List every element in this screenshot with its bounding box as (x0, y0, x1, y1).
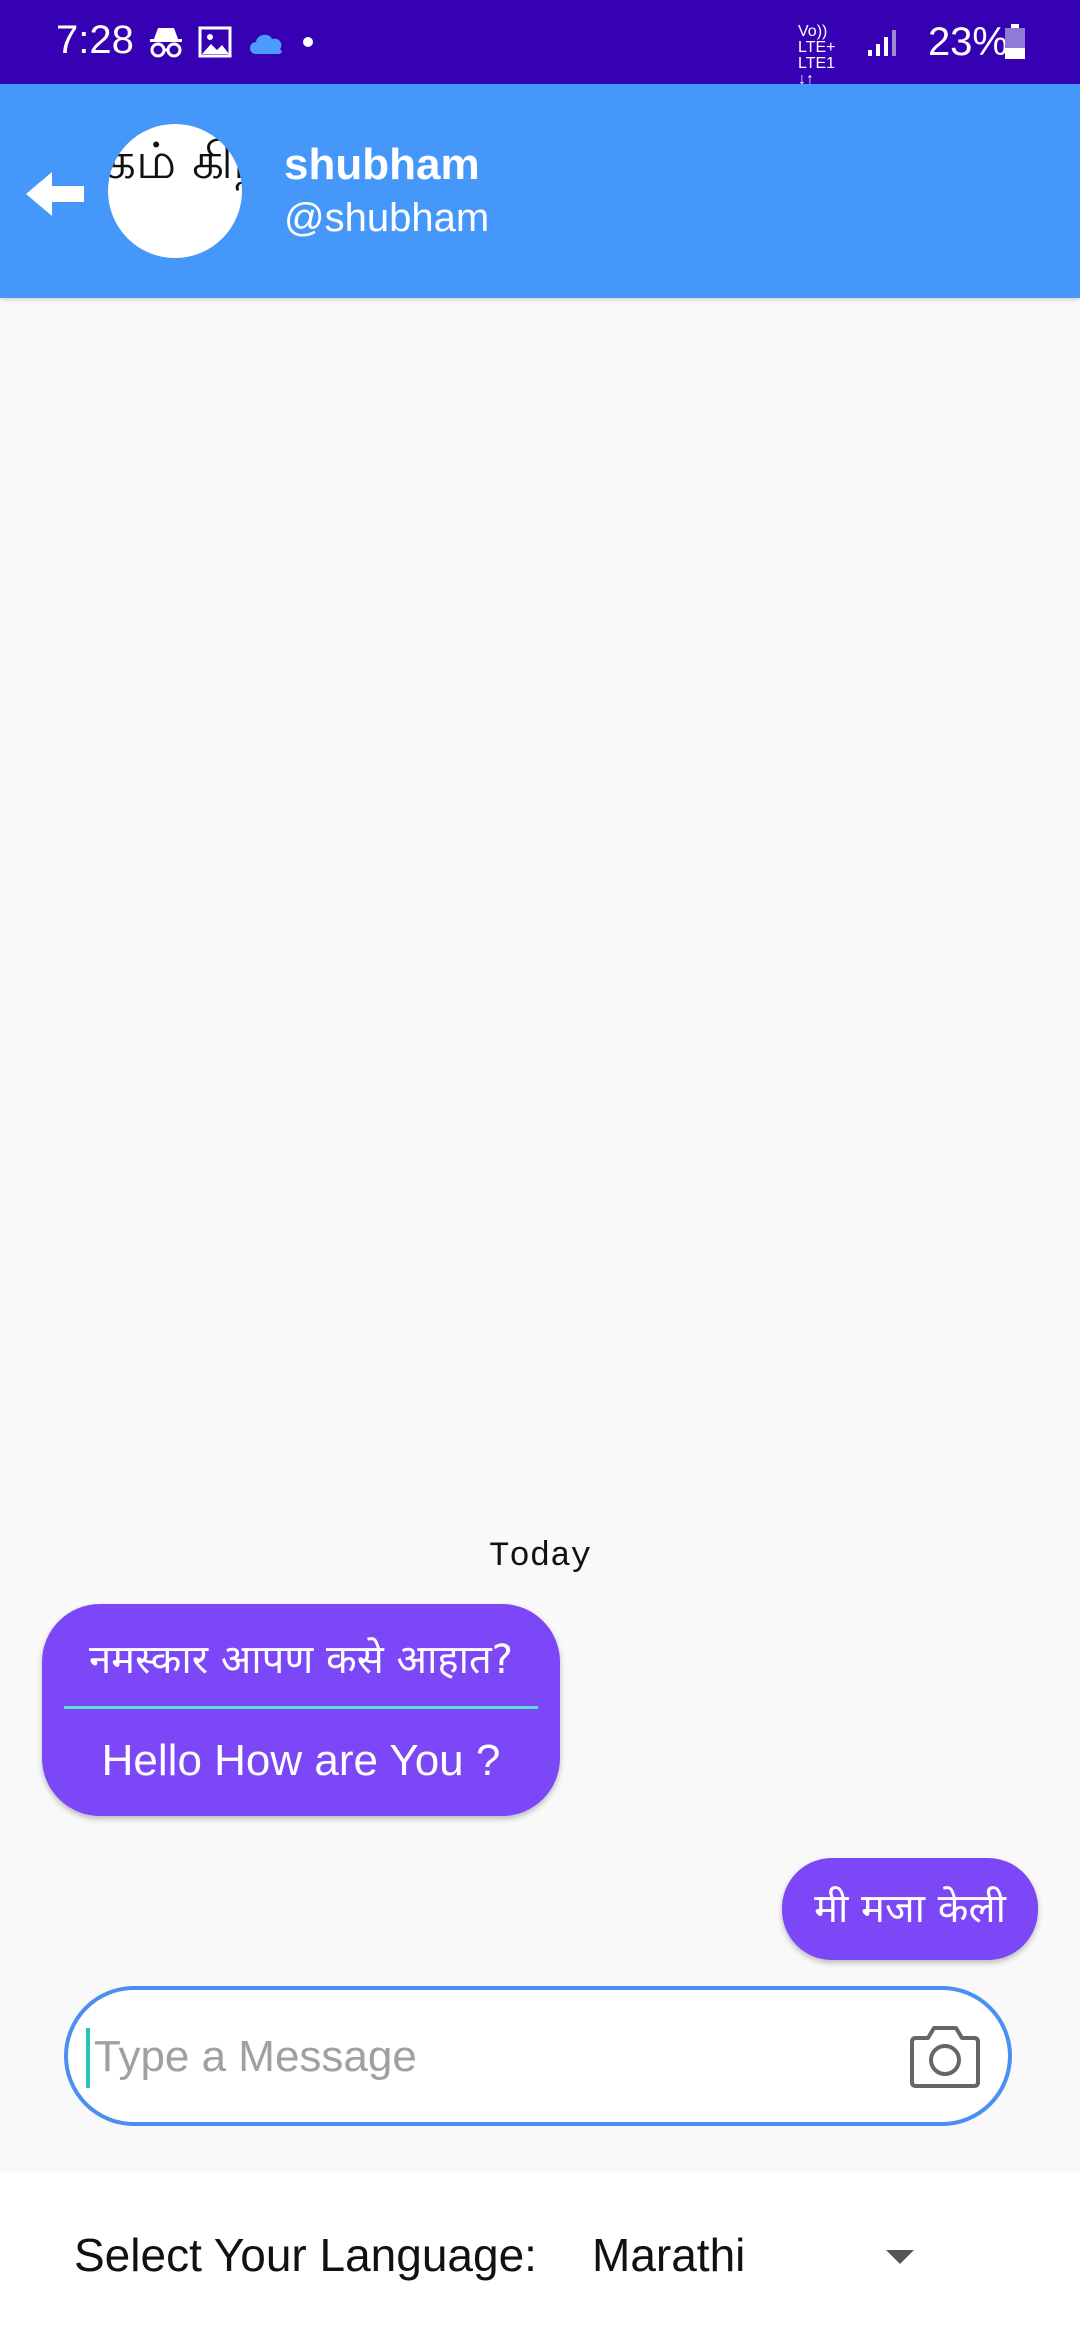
translation-divider (64, 1706, 538, 1709)
contact-name: shubham (284, 140, 480, 189)
avatar[interactable]: கம் கிறா (108, 124, 242, 258)
battery-percent: 23% (927, 20, 1008, 64)
network-indicator: Vo)) LTE+ LTE1 ↓↑ (798, 24, 848, 88)
status-icons (148, 22, 316, 62)
language-selected-value: Marathi (592, 2229, 746, 2281)
message-composer (64, 1986, 1012, 2126)
message-original-text: नमस्कार आपण कसे आहात? (88, 1637, 514, 1683)
avatar-text: கம் கிறா (108, 132, 242, 190)
dropdown-arrow-icon (886, 2250, 914, 2264)
contact-handle: @shubham (284, 196, 490, 240)
incoming-message-bubble[interactable]: नमस्कार आपण कसे आहात? Hello How are You … (42, 1604, 560, 1816)
text-cursor (86, 2028, 90, 2088)
date-divider: Today (488, 1538, 592, 1576)
language-dropdown[interactable]: Marathi (590, 2220, 930, 2292)
incognito-icon (150, 28, 182, 58)
message-input[interactable] (92, 2016, 916, 2098)
network-line-1: Vo)) LTE+ (798, 23, 836, 56)
language-label: Select Your Language: (74, 2229, 537, 2281)
status-time: 7:28 (56, 18, 134, 62)
outgoing-message-bubble[interactable]: मी मजा केली (782, 1858, 1038, 1960)
dot-icon (303, 37, 313, 47)
camera-icon[interactable] (908, 2024, 982, 2090)
language-bar: Select Your Language: Marathi (0, 2172, 1080, 2340)
outgoing-message-text: मी मजा केली (814, 1886, 1006, 1932)
cloud-icon (250, 34, 282, 54)
image-icon (198, 26, 232, 58)
status-bar: 7:28 Vo)) LTE+ LTE1 ↓↑ 23% (0, 0, 1080, 88)
signal-icon (868, 30, 896, 56)
message-translation-text: Hello How are You ? (101, 1736, 501, 1785)
chat-header: கம் கிறா shubham @shubham (0, 84, 1080, 298)
battery-icon (1005, 24, 1025, 59)
back-arrow-icon[interactable] (22, 164, 88, 224)
